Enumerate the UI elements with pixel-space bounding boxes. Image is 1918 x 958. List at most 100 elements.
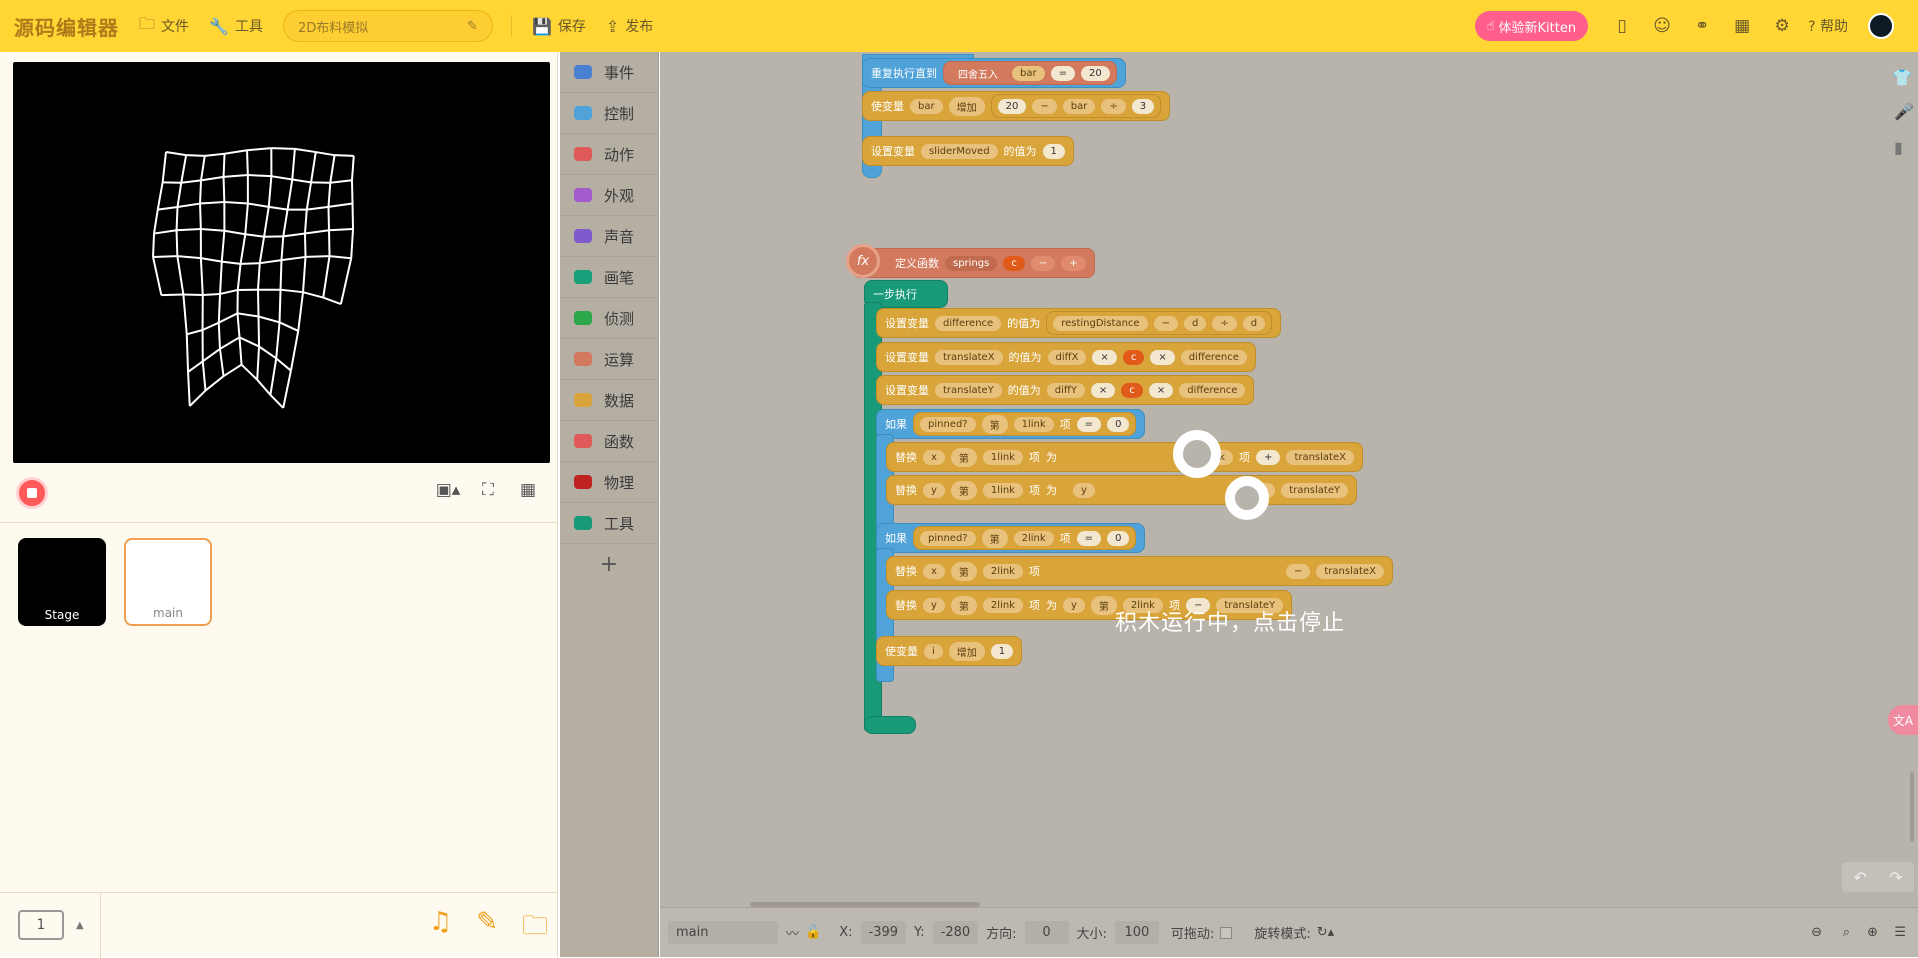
category-0[interactable]: 事件 bbox=[560, 52, 658, 93]
param-pill[interactable]: c bbox=[1121, 383, 1143, 398]
replace-block[interactable]: 替换 x 第 1link 项 为 1link 项 + translateX bbox=[886, 442, 1363, 472]
var-pill[interactable]: sliderMoved bbox=[921, 144, 998, 159]
var-pill[interactable]: translateY bbox=[935, 383, 1002, 398]
zoom-out-icon[interactable]: ⊖ bbox=[1811, 925, 1822, 940]
param-pill[interactable]: c bbox=[1003, 256, 1025, 271]
var-pill[interactable]: 1link bbox=[1014, 417, 1054, 432]
if-block[interactable]: 如果 pinned? 第 1link 项 = 0 bbox=[876, 409, 1145, 439]
category-1[interactable]: 控制 bbox=[560, 93, 658, 134]
op-pill[interactable]: 第 bbox=[951, 562, 977, 581]
category-6[interactable]: 侦测 bbox=[560, 298, 658, 339]
category-2[interactable]: 动作 bbox=[560, 134, 658, 175]
op-pill[interactable]: 增加 bbox=[949, 642, 985, 661]
var-pill[interactable]: i bbox=[924, 644, 943, 659]
var-pill[interactable]: translateX bbox=[1286, 450, 1354, 465]
replace-block[interactable]: 替换 x 第 2link 项 − translateX bbox=[886, 556, 1393, 586]
var-pill[interactable]: bar bbox=[1012, 66, 1045, 81]
var-pill[interactable]: d bbox=[1184, 316, 1206, 331]
op-pill[interactable]: = bbox=[1077, 531, 1101, 546]
costume-icon[interactable]: 👕 bbox=[1892, 68, 1912, 87]
op-pill[interactable]: × bbox=[1149, 383, 1173, 398]
change-var-block[interactable]: 使变量 bar 增加 20 − bar ÷ 3 bbox=[862, 91, 1170, 121]
category-4[interactable]: 声音 bbox=[560, 216, 658, 257]
num-pill[interactable]: 20 bbox=[1081, 66, 1110, 81]
grid-icon[interactable]: ▦ bbox=[513, 480, 543, 500]
category-3[interactable]: 外观 bbox=[560, 175, 658, 216]
op-pill[interactable]: + bbox=[1256, 450, 1280, 465]
stage-canvas[interactable] bbox=[13, 62, 550, 463]
list-pill[interactable]: y bbox=[1063, 598, 1085, 613]
x-field[interactable]: -399 bbox=[861, 921, 907, 944]
chart-icon[interactable]: ▮ bbox=[1894, 138, 1903, 157]
sprite-name-field[interactable]: main bbox=[668, 921, 778, 944]
var-pill[interactable]: translateX bbox=[935, 350, 1003, 365]
num-pill[interactable]: 0 bbox=[1107, 417, 1129, 432]
save-button[interactable]: 💾保存 bbox=[532, 16, 586, 36]
menu-icon[interactable]: ☰ bbox=[1894, 925, 1906, 940]
var-pill[interactable]: diffX bbox=[1048, 350, 1087, 365]
rotation-mode-icon[interactable]: ↻▴ bbox=[1317, 925, 1334, 940]
music-icon[interactable]: ♫ bbox=[429, 907, 452, 951]
op-pill[interactable]: − bbox=[1286, 564, 1310, 579]
var-pill[interactable]: diffY bbox=[1047, 383, 1085, 398]
caret-up-icon[interactable]: ▲ bbox=[76, 920, 84, 931]
robot-icon[interactable]: ☺ bbox=[1642, 16, 1682, 36]
file-menu[interactable]: 🗀文件 bbox=[139, 13, 189, 40]
num-pill[interactable]: 1 bbox=[991, 644, 1013, 659]
zoom-reset-icon[interactable]: ⌕ bbox=[1843, 925, 1850, 940]
var-pill[interactable]: 1link bbox=[983, 450, 1023, 465]
code-workspace[interactable]: 重复执行直到 四舍五入 bar = 20 使变量 bar 增加 20 − bar… bbox=[660, 52, 1918, 907]
op-pill[interactable]: 第 bbox=[982, 529, 1008, 548]
list-pill[interactable]: pinned? bbox=[920, 531, 976, 546]
set-var-block[interactable]: 设置变量 translateY 的值为 diffY × c × differen… bbox=[876, 375, 1254, 405]
eye-icon[interactable]: 〰 bbox=[786, 923, 799, 942]
add-param-button[interactable]: + bbox=[1061, 256, 1085, 271]
microphone-icon[interactable]: 🎤 bbox=[1894, 102, 1914, 121]
folder-add-icon[interactable]: 🗀 bbox=[522, 907, 548, 951]
var-pill[interactable]: bar bbox=[1063, 99, 1096, 114]
category-11[interactable]: 工具 bbox=[560, 503, 658, 544]
undo-icon[interactable]: ↶ bbox=[1853, 868, 1866, 887]
num-pill[interactable]: 20 bbox=[998, 99, 1027, 114]
zoom-in-icon[interactable]: ⊕ bbox=[1867, 925, 1878, 940]
remove-param-button[interactable]: − bbox=[1031, 256, 1055, 271]
stop-button[interactable] bbox=[16, 477, 48, 509]
list-pill[interactable]: pinned? bbox=[920, 417, 976, 432]
var-pill[interactable]: d bbox=[1243, 316, 1265, 331]
op-pill[interactable]: = bbox=[1051, 66, 1075, 81]
op-pill[interactable]: 增加 bbox=[949, 97, 985, 116]
list-pill[interactable]: x bbox=[923, 450, 945, 465]
size-field[interactable]: 100 bbox=[1115, 921, 1159, 944]
var-pill[interactable]: 1link bbox=[983, 483, 1023, 498]
list-pill[interactable]: x bbox=[923, 564, 945, 579]
func-name[interactable]: springs bbox=[945, 256, 997, 271]
param-pill[interactable]: c bbox=[1123, 350, 1145, 365]
community-icon[interactable]: ⚭ bbox=[1682, 16, 1722, 36]
num-pill[interactable]: 0 bbox=[1107, 531, 1129, 546]
category-5[interactable]: 画笔 bbox=[560, 257, 658, 298]
num-pill[interactable]: 1 bbox=[1043, 144, 1065, 159]
redo-icon[interactable]: ↷ bbox=[1889, 868, 1902, 887]
page-selector[interactable]: 1 bbox=[18, 910, 64, 940]
translate-icon[interactable]: 文A bbox=[1888, 705, 1918, 735]
var-pill[interactable]: difference bbox=[1179, 383, 1245, 398]
op-pill[interactable]: × bbox=[1091, 383, 1115, 398]
fullscreen-icon[interactable]: ⛶ bbox=[473, 480, 503, 500]
op-pill[interactable]: 第 bbox=[951, 448, 977, 467]
v-scrollbar[interactable] bbox=[1910, 772, 1914, 842]
op-pill[interactable]: = bbox=[1077, 417, 1101, 432]
num-pill[interactable]: 3 bbox=[1132, 99, 1154, 114]
y-field[interactable]: -280 bbox=[933, 921, 979, 944]
tools-menu[interactable]: 🔧工具 bbox=[209, 16, 263, 36]
op-pill[interactable]: × bbox=[1092, 350, 1116, 365]
op-pill[interactable]: 第 bbox=[982, 415, 1008, 434]
op-pill[interactable]: 第 bbox=[1091, 596, 1117, 615]
var-pill[interactable]: 2link bbox=[983, 564, 1023, 579]
set-var-block[interactable]: 设置变量 translateX 的值为 diffX × c × differen… bbox=[876, 342, 1256, 372]
lock-icon[interactable]: 🔓 bbox=[805, 925, 821, 940]
replace-block[interactable]: 替换 y 第 1link 项 为 y + translateY bbox=[886, 475, 1357, 505]
running-stop-message[interactable]: 积木运行中，点击停止 bbox=[1115, 605, 1345, 637]
op-pill[interactable]: × bbox=[1150, 350, 1174, 365]
define-function-block[interactable]: 定义函数 springs c − + bbox=[852, 248, 1095, 278]
project-name-input[interactable]: 2D布料模拟✎ bbox=[283, 10, 493, 42]
